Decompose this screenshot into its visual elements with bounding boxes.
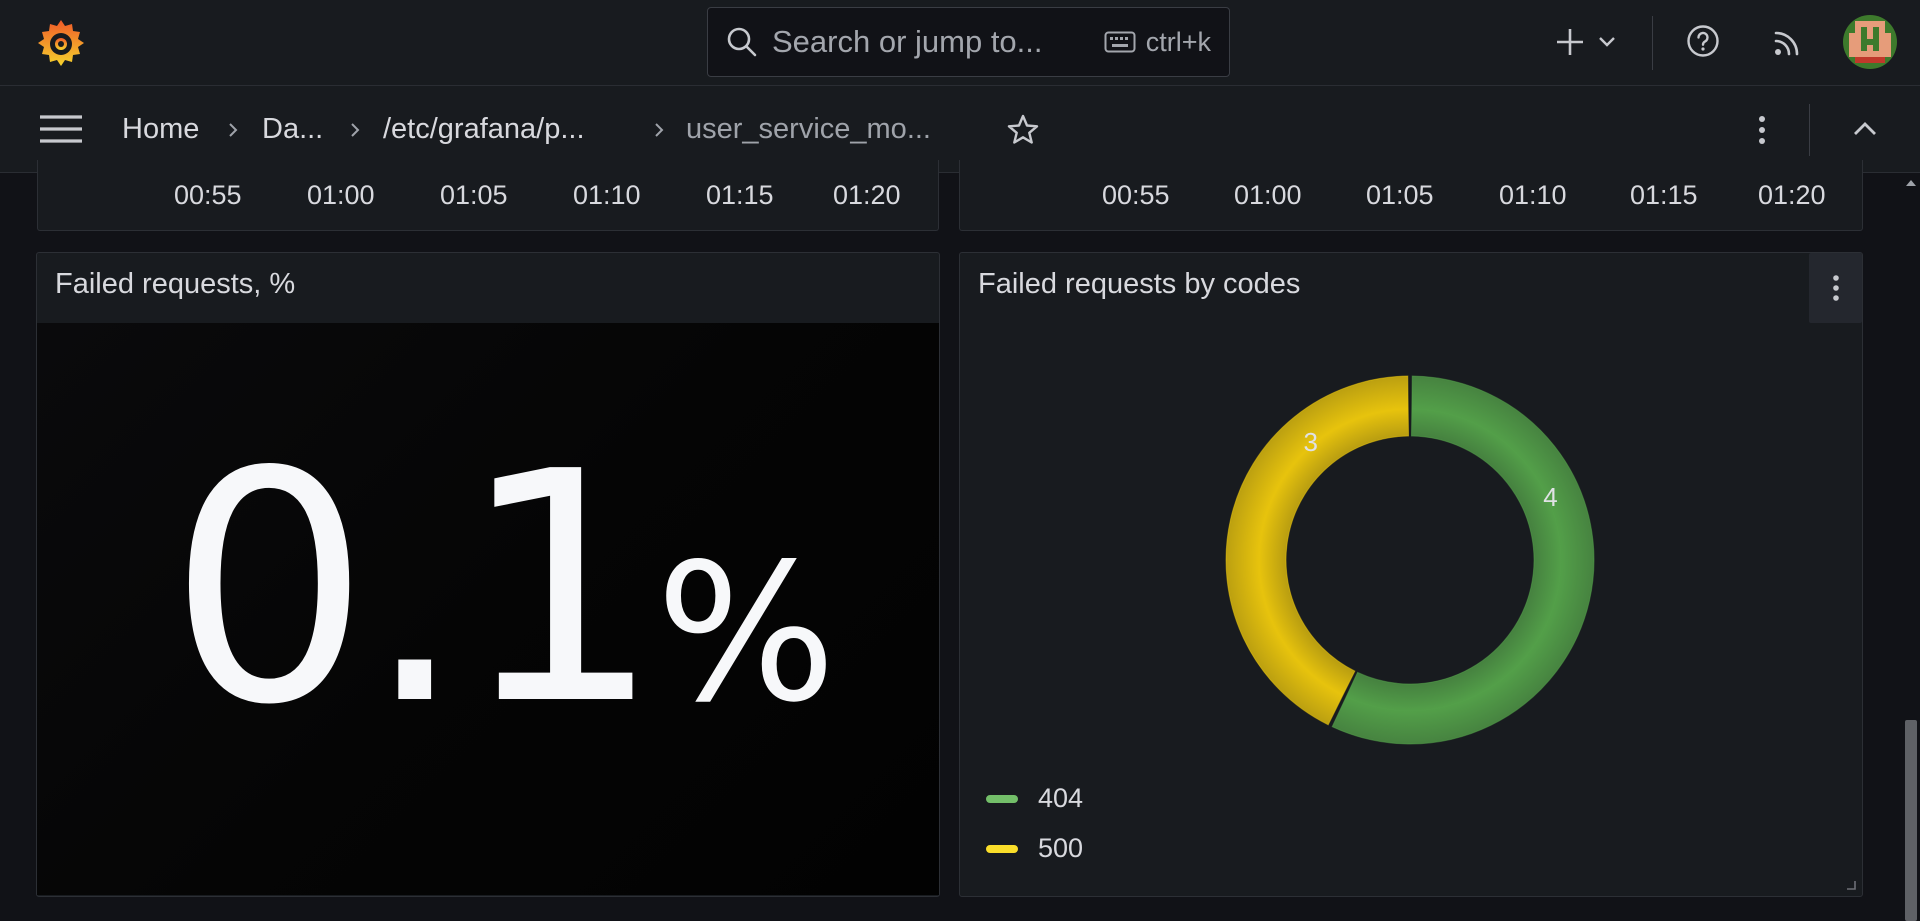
star-icon: [1007, 114, 1039, 144]
resize-handle-icon[interactable]: [1846, 880, 1856, 890]
kebab-icon: [1832, 275, 1839, 301]
legend-swatch: [986, 794, 1018, 803]
stat-number: 0.1: [168, 404, 662, 774]
avatar[interactable]: [1843, 15, 1897, 69]
toolbar-divider: [1652, 16, 1653, 70]
nav-divider: [1809, 104, 1810, 156]
legend-label: 404: [1038, 783, 1084, 813]
x-tick: 01:10: [573, 180, 641, 210]
x-tick: 01:10: [1499, 180, 1567, 210]
x-tick: 00:55: [1102, 180, 1170, 210]
grafana-logo[interactable]: [34, 16, 88, 70]
legend-swatch: [986, 844, 1018, 853]
plus-icon: [1557, 29, 1583, 55]
stat-value: 0.1%: [168, 430, 836, 748]
scroll-up-arrow-icon[interactable]: [1905, 178, 1917, 188]
x-tick: 01:00: [307, 180, 375, 210]
legend-label: 500: [1038, 833, 1084, 863]
x-tick: 01:15: [706, 180, 774, 210]
chevron-down-icon: [1599, 37, 1615, 47]
keyboard-icon: [1104, 31, 1136, 53]
x-tick: 01:05: [1366, 180, 1434, 210]
help-button[interactable]: [1686, 24, 1720, 58]
hamburger-icon: [40, 115, 82, 143]
x-tick: 01:20: [1758, 180, 1826, 210]
x-tick: 01:05: [440, 180, 508, 210]
panel-menu-button[interactable]: [1809, 253, 1862, 323]
panel-title: Failed requests by codes: [978, 268, 1301, 300]
donut-chart: 43: [1225, 375, 1595, 745]
rss-icon: [1774, 31, 1799, 56]
shortcut-label: ctrl+k: [1145, 26, 1211, 57]
x-tick: 01:15: [1630, 180, 1698, 210]
legend-item-500[interactable]: 500: [986, 833, 1083, 864]
search-placeholder: Search or jump to...: [772, 24, 1043, 59]
search-icon: [727, 27, 757, 57]
chevron-up-icon: [1854, 122, 1876, 135]
star-button[interactable]: [1006, 113, 1040, 147]
kebab-menu-button[interactable]: [1752, 114, 1772, 146]
menu-toggle-button[interactable]: [40, 113, 82, 145]
x-tick: 01:00: [1234, 180, 1302, 210]
help-icon: [1687, 25, 1719, 57]
news-button[interactable]: [1772, 26, 1804, 58]
kebab-icon: [1759, 116, 1765, 144]
new-button[interactable]: [1548, 22, 1618, 62]
slice-value-label: 4: [1543, 482, 1557, 512]
legend-item-404[interactable]: 404: [986, 783, 1083, 814]
x-tick: 01:20: [833, 180, 901, 210]
top-bar: Search or jump to... ctrl+k: [0, 0, 1920, 86]
collapse-button[interactable]: [1850, 116, 1880, 142]
search-shortcut: ctrl+k: [1104, 8, 1211, 76]
scrollbar-thumb[interactable]: [1905, 720, 1917, 921]
slice-value-label: 3: [1304, 427, 1318, 457]
search-input[interactable]: Search or jump to... ctrl+k: [707, 7, 1230, 77]
stat-unit: %: [655, 523, 837, 744]
panel-title: Failed requests, %: [55, 268, 296, 300]
x-tick: 00:55: [174, 180, 242, 210]
